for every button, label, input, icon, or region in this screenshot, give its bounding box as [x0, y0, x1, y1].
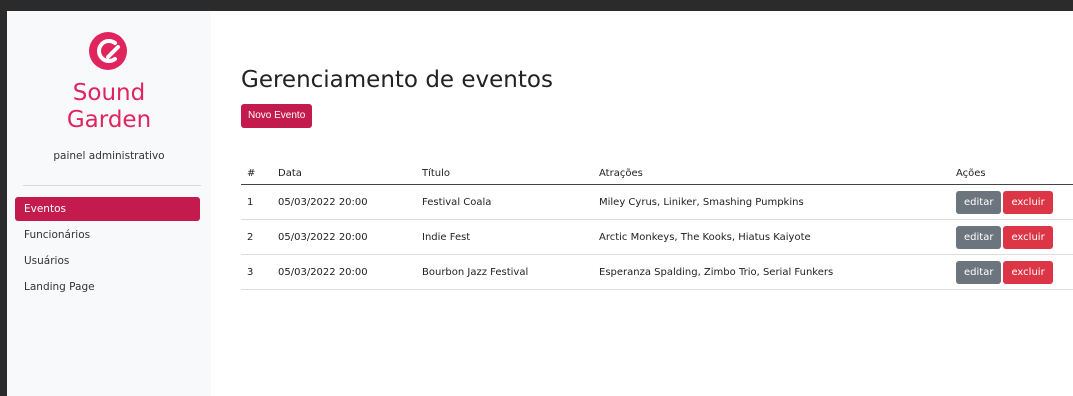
header-number: # [241, 162, 272, 185]
row-title: Indie Fest [416, 219, 593, 255]
new-event-button[interactable]: Novo Evento [241, 104, 313, 128]
row-number: 1 [241, 184, 272, 220]
sidebar-item-funcionarios[interactable]: Funcionários [15, 223, 200, 247]
app-frame: Sound Garden painel administrativo Event… [7, 11, 1073, 396]
table-row: 2 05/03/2022 20:00 Indie Fest Arctic Mon… [241, 219, 1073, 255]
row-title: Festival Coala [416, 184, 593, 220]
header-title: Título [416, 162, 593, 185]
header-attractions: Atrações [593, 162, 950, 185]
delete-button[interactable]: excluir [1003, 225, 1053, 249]
header-actions: Ações [950, 162, 1073, 185]
sidebar-divider [23, 185, 201, 186]
row-date: 05/03/2022 20:00 [272, 219, 416, 255]
row-actions: editar excluir [950, 254, 1073, 290]
table-header-row: # Data Título Atrações Ações [241, 162, 1073, 185]
row-actions: editar excluir [950, 219, 1073, 255]
sidebar-item-eventos[interactable]: Eventos [15, 197, 200, 221]
edit-button[interactable]: editar [956, 225, 1002, 249]
table-row: 1 05/03/2022 20:00 Festival Coala Miley … [241, 184, 1073, 220]
events-table: # Data Título Atrações Ações 1 05/03/202… [241, 162, 1073, 290]
delete-button[interactable]: excluir [1003, 190, 1053, 214]
panel-subtitle: painel administrativo [53, 150, 165, 162]
row-attractions: Esperanza Spalding, Zimbo Trio, Serial F… [593, 254, 950, 290]
row-actions: editar excluir [950, 184, 1073, 220]
row-date: 05/03/2022 20:00 [272, 184, 416, 220]
row-attractions: Arctic Monkeys, The Kooks, Hiatus Kaiyot… [593, 219, 950, 255]
row-number: 2 [241, 219, 272, 255]
table-row: 3 05/03/2022 20:00 Bourbon Jazz Festival… [241, 254, 1073, 290]
edit-button[interactable]: editar [956, 190, 1002, 214]
brand-name-line2: Garden [66, 107, 152, 133]
delete-button[interactable]: excluir [1003, 260, 1053, 284]
sidebar-nav: Eventos Funcionários Usuários Landing Pa… [15, 197, 200, 301]
row-number: 3 [241, 254, 272, 290]
header-date: Data [272, 162, 416, 185]
row-attractions: Miley Cyrus, Liniker, Smashing Pumpkins [593, 184, 950, 220]
sidebar: Sound Garden painel administrativo Event… [7, 11, 211, 396]
sidebar-item-usuarios[interactable]: Usuários [15, 249, 200, 273]
row-title: Bourbon Jazz Festival [416, 254, 593, 290]
main-content: Gerenciamento de eventos Novo Evento # D… [241, 11, 1073, 396]
row-date: 05/03/2022 20:00 [272, 254, 416, 290]
soundgarden-logo-icon [89, 32, 127, 70]
edit-button[interactable]: editar [956, 260, 1002, 284]
page-title: Gerenciamento de eventos [241, 67, 553, 93]
brand-name-line1: Sound [72, 80, 146, 106]
sidebar-item-landing-page[interactable]: Landing Page [15, 275, 200, 299]
